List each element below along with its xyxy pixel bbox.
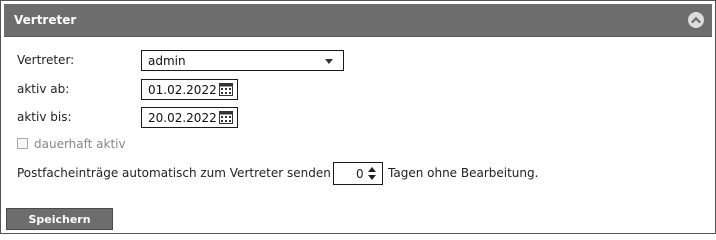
dauerhaft-aktiv-label: dauerhaft aktiv <box>34 137 126 151</box>
up-down-arrows-icon[interactable] <box>368 167 376 180</box>
calendar-icon[interactable] <box>219 111 233 124</box>
aktiv-bis-value: 20.02.2022 <box>148 111 217 125</box>
vertreter-value: admin <box>148 54 186 68</box>
panel-title: Vertreter <box>14 13 77 27</box>
tagen-text: Tagen ohne Bearbeitung. <box>388 166 539 180</box>
vertreter-panel: Vertreter Vertreter: admin aktiv ab: 01.… <box>0 0 716 234</box>
aktiv-ab-value: 01.02.2022 <box>148 83 217 97</box>
aktiv-bis-field[interactable]: 20.02.2022 <box>141 107 238 128</box>
aktiv-bis-label: aktiv bis: <box>17 110 72 124</box>
calendar-icon[interactable] <box>219 83 233 96</box>
days-stepper[interactable]: 0 <box>333 162 383 185</box>
vertreter-select[interactable]: admin <box>141 50 344 71</box>
save-button[interactable]: Speichern <box>6 208 113 230</box>
caret-down-icon <box>325 59 333 64</box>
vertreter-label: Vertreter: <box>17 53 75 67</box>
aktiv-ab-label: aktiv ab: <box>17 82 70 96</box>
postfach-text: Postfacheinträge automatisch zum Vertret… <box>17 166 364 180</box>
collapse-icon[interactable] <box>688 12 704 28</box>
panel-header: Vertreter <box>4 4 712 37</box>
dauerhaft-aktiv-checkbox[interactable] <box>17 138 28 149</box>
aktiv-ab-field[interactable]: 01.02.2022 <box>141 79 238 100</box>
days-value: 0 <box>356 167 364 181</box>
